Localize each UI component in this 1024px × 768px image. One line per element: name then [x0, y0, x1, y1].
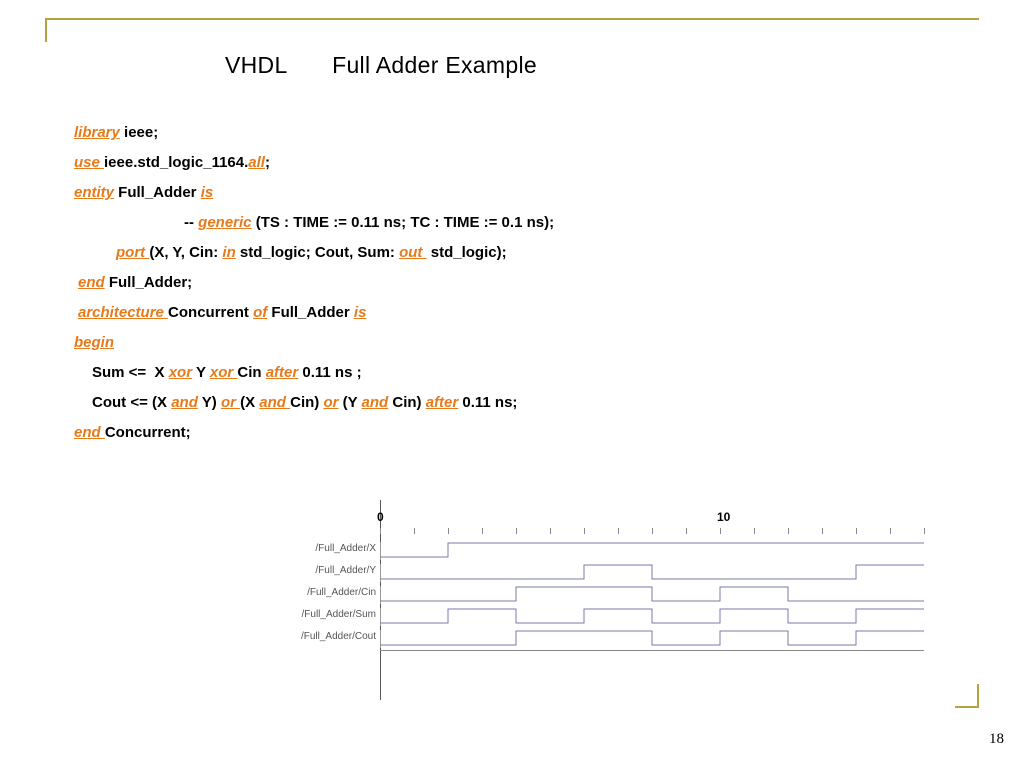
signal-label: /Full_Adder/Sum [280, 608, 381, 626]
signal-label: /Full_Adder/Cout [280, 630, 381, 648]
top-rule [45, 18, 979, 20]
signal-row: /Full_Adder/Cin [280, 584, 920, 606]
signal-trace [380, 562, 920, 584]
code-line: begin [74, 328, 964, 358]
signal-label: /Full_Adder/Y [280, 564, 381, 582]
signal-trace [380, 540, 920, 562]
signal-trace [380, 584, 920, 606]
title-part2: Full Adder Example [332, 52, 537, 78]
signal-row: /Full_Adder/Cout [280, 628, 920, 650]
code-line: entity Full_Adder is [74, 178, 964, 208]
code-line: end Concurrent; [74, 418, 964, 448]
signal-trace [380, 606, 920, 628]
time-axis-ticks [380, 528, 920, 534]
code-line: end Full_Adder; [74, 268, 964, 298]
signal-trace [380, 628, 920, 650]
code-line: -- generic (TS : TIME := 0.11 ns; TC : T… [74, 208, 964, 238]
corner-top-left [45, 18, 69, 42]
timing-diagram: 0 10 /Full_Adder/X/Full_Adder/Y/Full_Adde… [280, 500, 920, 700]
signal-row: /Full_Adder/Sum [280, 606, 920, 628]
signal-row: /Full_Adder/X [280, 540, 920, 562]
code-line: port (X, Y, Cin: in std_logic; Cout, Sum… [74, 238, 964, 268]
signal-rows: /Full_Adder/X/Full_Adder/Y/Full_Adder/Ci… [280, 540, 920, 650]
title-part1: VHDL [225, 52, 287, 78]
signal-label: /Full_Adder/Cin [280, 586, 381, 604]
vhdl-code-block: library ieee;use ieee.std_logic_1164.all… [74, 118, 964, 448]
corner-bottom-right [955, 684, 979, 708]
code-line: Cout <= (X and Y) or (X and Cin) or (Y a… [74, 388, 964, 418]
page-title: VHDL Full Adder Example [225, 52, 537, 79]
code-line: Sum <= X xor Y xor Cin after 0.11 ns ; [74, 358, 964, 388]
code-line: library ieee; [74, 118, 964, 148]
signal-label: /Full_Adder/X [280, 542, 381, 560]
page-number: 18 [989, 731, 1004, 748]
code-line: use ieee.std_logic_1164.all; [74, 148, 964, 178]
code-line: architecture Concurrent of Full_Adder is [74, 298, 964, 328]
signal-row: /Full_Adder/Y [280, 562, 920, 584]
time-tick-label: 10 [717, 510, 730, 524]
time-tick-label: 0 [377, 510, 384, 524]
